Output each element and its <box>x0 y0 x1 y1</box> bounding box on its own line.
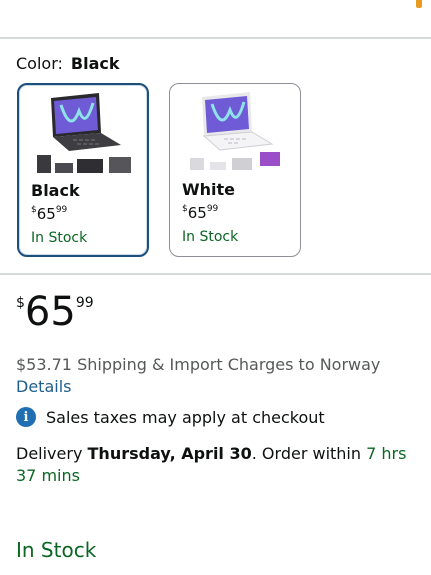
shipping-charges: $53.71 Shipping & Import Charges to Norw… <box>16 355 381 374</box>
delivery-prefix: Delivery <box>16 444 83 463</box>
white-keyboard-case-image <box>190 92 280 170</box>
scroll-indicator <box>416 0 422 8</box>
price-whole: 65 <box>24 289 76 335</box>
option-name: White <box>182 180 236 199</box>
section-divider <box>0 37 431 39</box>
price-fraction: 99 <box>75 295 94 311</box>
section-divider <box>0 273 431 275</box>
selected-color: Black <box>70 54 120 73</box>
color-option-black[interactable]: Black $6599 In Stock <box>17 83 149 257</box>
delivery-date: Thursday, April 30 <box>87 444 252 463</box>
top-edge <box>0 0 431 10</box>
option-name: Black <box>31 181 80 200</box>
info-icon[interactable]: i <box>16 407 36 427</box>
option-price: $6599 <box>31 205 68 223</box>
product-price: $6599 <box>16 292 94 332</box>
color-label: Color: Black <box>16 54 120 73</box>
option-availability: In Stock <box>182 229 239 245</box>
price-currency: $ <box>16 295 25 311</box>
color-option-white[interactable]: White $6599 In Stock <box>169 83 301 257</box>
tax-notice: i Sales taxes may apply at checkout <box>16 407 325 427</box>
color-label-text: Color: <box>16 54 63 73</box>
delivery-info: Delivery Thursday, April 30. Order withi… <box>16 443 421 487</box>
shipping-details-link[interactable]: Details <box>16 377 71 396</box>
delivery-middle: . Order within <box>251 444 362 463</box>
option-availability: In Stock <box>31 230 88 246</box>
availability-status: In Stock <box>16 538 97 562</box>
tax-notice-text: Sales taxes may apply at checkout <box>46 407 325 427</box>
option-price: $6599 <box>182 204 219 222</box>
black-keyboard-case-image <box>37 93 131 173</box>
